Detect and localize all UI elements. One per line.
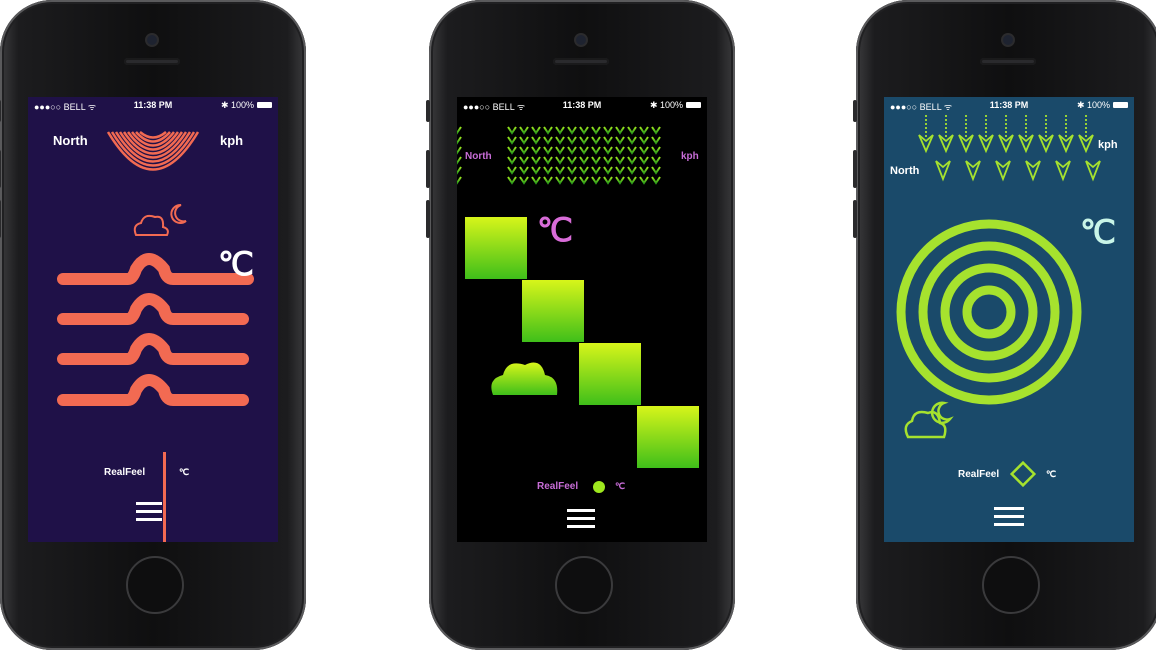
home-button[interactable] xyxy=(982,556,1040,614)
wind-unit-label: kph xyxy=(1098,139,1118,151)
moon-icon xyxy=(610,292,641,324)
temperature-unit: ℃ xyxy=(218,246,254,282)
hamburger-menu-icon[interactable] xyxy=(136,502,162,521)
wind-direction-label: North xyxy=(465,151,492,162)
cloud-icon xyxy=(491,362,558,395)
weather-screen-neon: ●●●○○ BELL ᯤ 11:38 PM ✱ 100% North kph ℃… xyxy=(457,97,707,542)
realfeel-unit: ℃ xyxy=(179,467,190,477)
wind-unit-label: kph xyxy=(681,151,699,162)
home-button[interactable] xyxy=(126,556,184,614)
earpiece-speaker xyxy=(124,58,180,65)
temperature-rings xyxy=(896,219,1082,405)
wind-arcs-icon xyxy=(106,131,200,171)
neon-graphics xyxy=(457,108,699,528)
coral-graphics xyxy=(57,131,254,542)
weather-screen-lime: ●●●○○ BELL ᯤ 11:38 PM ✱ 100% kph North ℃… xyxy=(884,97,1134,542)
wind-direction-label: North xyxy=(890,165,920,177)
phone-mockup-lime: ●●●○○ BELL ᯤ 11:38 PM ✱ 100% kph North ℃… xyxy=(853,0,1156,650)
wind-arrows-icon xyxy=(918,115,1101,182)
realfeel-divider xyxy=(163,452,166,542)
front-camera xyxy=(576,35,586,45)
wind-direction-label: North xyxy=(53,133,88,148)
wind-unit-label: kph xyxy=(220,133,244,148)
realfeel-dot-icon xyxy=(593,481,605,493)
realfeel-unit: ℃ xyxy=(1046,469,1057,479)
cloud-moon-icon xyxy=(133,203,187,236)
home-button[interactable] xyxy=(555,556,613,614)
earpiece-speaker xyxy=(980,58,1036,65)
realfeel-label: RealFeel xyxy=(537,481,579,492)
wind-chevron-columns-icon xyxy=(457,108,661,186)
phone-mockup-neon: ●●●○○ BELL ᯤ 11:38 PM ✱ 100% North kph ℃… xyxy=(426,0,735,650)
hamburger-menu-icon[interactable] xyxy=(567,509,595,528)
temperature-unit: ℃ xyxy=(1080,214,1116,250)
front-camera xyxy=(147,35,157,45)
cloud-moon-icon xyxy=(904,401,954,439)
front-camera xyxy=(1003,35,1013,45)
earpiece-speaker xyxy=(553,58,609,65)
weather-screen-coral: ●●●○○ BELL ᯤ 11:38 PM ✱ 100% North kph ℃… xyxy=(28,97,278,542)
realfeel-unit: ℃ xyxy=(615,481,626,491)
hamburger-menu-icon[interactable] xyxy=(994,507,1024,526)
realfeel-label: RealFeel xyxy=(958,469,1000,480)
phone-mockup-coral: ●●●○○ BELL ᯤ 11:38 PM ✱ 100% North kph ℃… xyxy=(0,0,306,650)
realfeel-label: RealFeel xyxy=(104,467,146,478)
temperature-step-squares xyxy=(465,217,699,468)
temperature-unit: ℃ xyxy=(537,212,573,248)
realfeel-diamond-icon xyxy=(1009,460,1037,488)
lime-graphics xyxy=(896,115,1101,526)
